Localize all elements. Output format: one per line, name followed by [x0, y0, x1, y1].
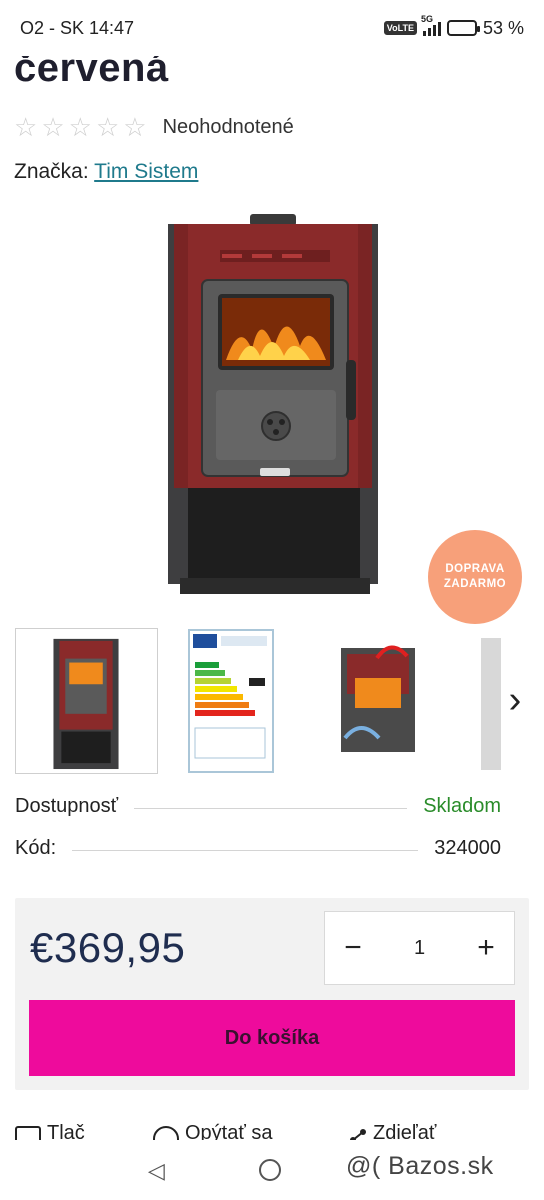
leader-line: [72, 849, 419, 851]
star-icon[interactable]: ☆: [69, 114, 92, 140]
star-icon[interactable]: ☆: [96, 114, 119, 140]
star-icon[interactable]: ☆: [123, 114, 146, 140]
code-value: 324000: [434, 836, 501, 859]
star-icon[interactable]: ☆: [14, 114, 37, 140]
star-icon[interactable]: ☆: [41, 114, 64, 140]
rating-stars[interactable]: ☆ ☆ ☆ ☆ ☆: [14, 114, 147, 140]
product-rating[interactable]: ☆ ☆ ☆ ☆ ☆ Neohodnotené: [14, 114, 294, 140]
free-shipping-badge: DOPRAVA ZADARMO: [428, 530, 522, 624]
battery-percent: 53 %: [482, 17, 524, 38]
code-label: Kód:: [15, 836, 57, 859]
watermark: @( Bazos.sk: [346, 1152, 494, 1180]
product-actions: Tlač Opýtať sa Zdieľať: [15, 1122, 529, 1140]
chevron-right-icon[interactable]: ›: [498, 670, 532, 730]
print-action[interactable]: Tlač: [15, 1122, 85, 1140]
decrease-quantity-button[interactable]: −: [339, 933, 367, 963]
question-icon: [153, 1126, 179, 1140]
availability-value: Skladom: [423, 794, 501, 817]
main-product-image[interactable]: [160, 210, 386, 602]
volte-icon: VoLTE: [383, 21, 417, 35]
leader-line: [134, 807, 408, 809]
add-to-cart-button[interactable]: Do košíka: [29, 1000, 515, 1076]
back-icon[interactable]: ◁: [148, 1158, 165, 1184]
brand-label: Značka:: [14, 160, 89, 183]
battery-icon: [446, 20, 480, 36]
product-price: €369,95: [30, 924, 186, 971]
status-icons: VoLTE 5G 53 %: [383, 14, 524, 39]
brand-row: Značka: Tim Sistem: [14, 160, 198, 184]
availability-label: Dostupnosť: [15, 794, 119, 817]
signal-icon: 5G: [421, 14, 441, 36]
quantity-stepper[interactable]: − 1 +: [324, 911, 515, 985]
thumbnail-stove-cutaway[interactable]: [331, 628, 425, 774]
home-icon[interactable]: [259, 1159, 281, 1181]
quantity-input[interactable]: 1: [414, 937, 425, 960]
carrier-time: O2 - SK 14:47: [20, 17, 135, 38]
system-nav-bar: ◁ @( Bazos.sk: [0, 1140, 544, 1200]
thumbnail-energy-label[interactable]: [187, 628, 275, 774]
increase-quantity-button[interactable]: +: [472, 933, 500, 963]
availability-row: Dostupnosť Skladom: [15, 792, 501, 820]
ask-action[interactable]: Opýtať sa: [153, 1122, 273, 1140]
code-row: Kód: 324000: [15, 834, 501, 862]
share-action[interactable]: Zdieľať: [349, 1122, 436, 1140]
brand-link[interactable]: Tim Sistem: [94, 160, 198, 183]
share-icon: [349, 1126, 367, 1140]
thumbnail-stove-front[interactable]: [15, 628, 158, 774]
thumbnail-strip: [15, 628, 544, 774]
status-bar: O2 - SK 14:47 VoLTE 5G 53 %: [0, 0, 544, 56]
printer-icon: [15, 1126, 41, 1140]
rating-label: Neohodnotené: [162, 115, 294, 138]
